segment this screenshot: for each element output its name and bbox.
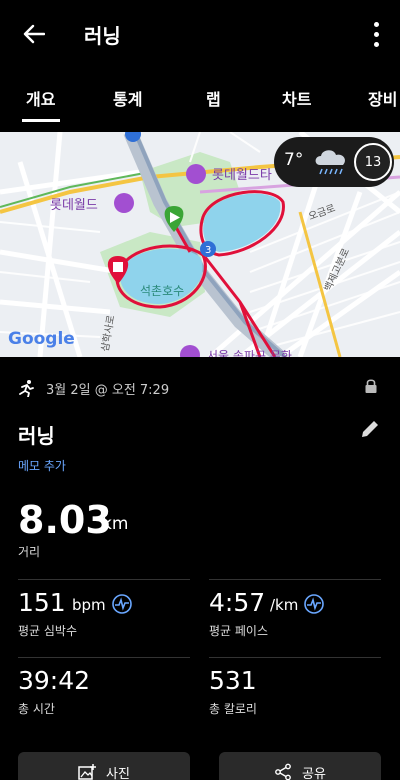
more-dot-icon [373, 41, 379, 47]
pace-chart-icon[interactable] [304, 594, 324, 614]
heart-rate-chart-icon[interactable] [112, 594, 132, 614]
poi-lotte-tower-icon[interactable] [186, 164, 206, 184]
route-badge-label: 3 [205, 245, 211, 256]
distance-value: 8.03 [18, 498, 112, 542]
photo-button-label: 사진 [106, 766, 130, 780]
tab-charts[interactable]: 차트 [282, 86, 311, 110]
pace-value: 4:57 [209, 588, 266, 617]
page-title: 러닝 [84, 24, 121, 48]
map-label-lotte-tower: 롯데월드타 [212, 168, 272, 183]
more-options-button[interactable] [364, 18, 388, 50]
calories-label: 총 칼로리 [209, 702, 257, 716]
tab-laps[interactable]: 랩 [206, 86, 221, 110]
pace-label: 평균 페이스 [209, 624, 269, 638]
top-bar: 러닝 [0, 0, 400, 68]
poi-lotte-world-icon[interactable] [114, 193, 134, 213]
edit-pencil-icon[interactable] [358, 417, 382, 441]
add-photo-icon [78, 764, 97, 780]
activity-date: 3월 2일 @ 오전 7:29 [46, 382, 170, 398]
uv-index-badge: 13 [354, 143, 392, 181]
heart-rate-value: 151 [18, 588, 66, 617]
tab-bar: 개요 통계 랩 차트 장비 [0, 74, 400, 124]
activity-name: 러닝 [18, 424, 55, 448]
heart-rate-unit: bpm [72, 596, 106, 614]
calories-value: 531 [209, 666, 257, 695]
total-time-label: 총 시간 [18, 702, 55, 716]
tab-overview[interactable]: 개요 [26, 86, 55, 110]
total-time-value: 39:42 [18, 666, 91, 695]
add-memo-link[interactable]: 메모 추가 [18, 457, 66, 474]
divider [18, 579, 190, 580]
lock-icon[interactable] [364, 378, 378, 394]
more-dot-icon [373, 21, 379, 27]
rain-cloud-icon [315, 150, 346, 175]
heart-rate-label: 평균 심박수 [18, 624, 78, 638]
distance-label: 거리 [18, 545, 41, 559]
tab-gear[interactable]: 장비 [368, 86, 397, 110]
divider [18, 657, 190, 658]
back-arrow-icon [23, 24, 45, 44]
weather-badge[interactable]: 7° 13 [274, 137, 394, 187]
divider [209, 657, 381, 658]
share-button[interactable]: 공유 [219, 752, 381, 780]
running-icon [19, 380, 34, 397]
map-label-lake: 석촌호수 [140, 284, 184, 298]
share-icon [275, 763, 291, 780]
add-photo-button[interactable]: 사진 [18, 752, 190, 780]
share-button-label: 공유 [302, 766, 326, 780]
weather-temperature: 7° [284, 150, 304, 170]
pace-unit: /km [270, 596, 299, 614]
tab-stats[interactable]: 통계 [113, 86, 142, 110]
divider [209, 579, 381, 580]
map-label-lotte-world: 롯데월드 [50, 198, 98, 213]
distance-unit: km [102, 514, 129, 534]
back-button[interactable] [14, 16, 54, 52]
google-logo[interactable]: Google [8, 329, 75, 349]
activity-date-row: 3월 2일 @ 오전 7:29 [18, 378, 169, 398]
active-tab-indicator [22, 119, 60, 122]
more-dot-icon [373, 31, 379, 37]
map-label-songpa: 서울 송파구 문화 [207, 349, 292, 357]
